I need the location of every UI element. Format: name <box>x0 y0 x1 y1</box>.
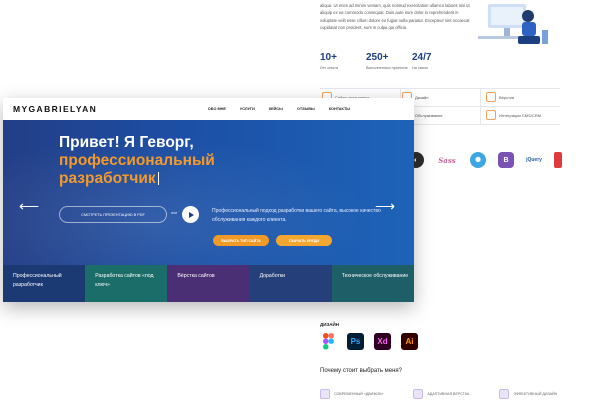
service-item[interactable]: Интеграции CMS/CRM <box>486 110 541 120</box>
why-label: ЭФФЕКТИВНЫЙ ДИЗАЙН <box>513 392 558 396</box>
divider <box>480 88 481 124</box>
play-icon <box>188 211 194 218</box>
tile-maintenance[interactable]: Техническое обслуживание <box>331 265 414 302</box>
headline-accent: профессиональный <box>59 152 215 169</box>
tile-developer[interactable]: Профессиональный разработчик <box>3 265 86 302</box>
menu-item-cases[interactable]: КЕЙСЫ <box>269 107 283 111</box>
sass-icon: Sass <box>438 155 456 165</box>
main-menu: ОБО МНЕ УСЛУГИ КЕЙСЫ ОТЗЫВЫ КОНТАКТЫ <box>208 107 350 111</box>
divider <box>320 88 560 89</box>
photoshop-icon: Ps <box>347 333 364 350</box>
typing-cursor <box>157 172 160 185</box>
bootstrap-icon: B <box>498 152 514 168</box>
stat-label: Выполненных проектов <box>366 66 408 70</box>
cup-icon <box>554 152 562 168</box>
design-section-title: ДИЗАЙН <box>320 322 339 327</box>
adobe-xd-icon: Xd <box>374 333 391 350</box>
headline-accent: разработчик <box>59 170 156 187</box>
stat-value: 24/7 <box>412 52 432 63</box>
tile-improvements[interactable]: Доработки <box>249 265 332 302</box>
stat-item: 24/7 На связи <box>412 52 458 71</box>
service-label: Вёрстка <box>499 94 515 100</box>
site-logo[interactable]: MYGABRIELYAN <box>13 104 97 114</box>
why-me-title: Почему стоит выбрать меня? <box>320 368 403 374</box>
stat-value: 10+ <box>320 52 337 63</box>
figma-icon <box>320 333 337 350</box>
stat-item: 250+ Выполненных проектов <box>366 52 412 71</box>
responsive-icon <box>413 389 424 399</box>
stat-label: Лет опыта <box>320 66 338 70</box>
illustrator-icon: Ai <box>401 333 418 350</box>
choose-site-type-button[interactable]: ВЫБРАТЬ ТИП САЙТА <box>213 235 269 246</box>
menu-item-contacts[interactable]: КОНТАКТЫ <box>329 107 350 111</box>
integration-icon <box>486 110 496 120</box>
stat-label: На связи <box>412 66 428 70</box>
service-item[interactable]: Вёрстка <box>486 92 514 102</box>
engine-icon <box>320 389 330 399</box>
tech-logos-row: ◐ Sass ✺ B jQuery <box>408 152 562 168</box>
hero-headline: Привет! Я Геворг, профессиональный разра… <box>59 134 259 188</box>
jquery-icon: jQuery <box>526 157 542 163</box>
menu-item-about[interactable]: ОБО МНЕ <box>208 107 226 111</box>
developer-illustration <box>478 4 548 44</box>
or-label: или <box>171 211 178 215</box>
service-label: Интеграции CMS/CRM <box>499 112 541 118</box>
menu-item-reviews[interactable]: ОТЗЫВЫ <box>297 107 315 111</box>
website-preview: MYGABRIELYAN ОБО МНЕ УСЛУГИ КЕЙСЫ ОТЗЫВЫ… <box>3 98 414 302</box>
design-apps-row: Ps Xd Ai <box>320 333 418 350</box>
why-label: АДАПТИВНАЯ ВЕРСТКА <box>427 392 470 396</box>
stat-value: 250+ <box>366 52 389 63</box>
screenshot-stage: aliqua. Ut enim ad minim veniam, quis no… <box>0 0 600 400</box>
service-label: Обслуживание <box>415 112 443 118</box>
why-item: АДАПТИВНАЯ ВЕРСТКА <box>413 389 469 399</box>
why-label: СОВРЕМЕННЫЙ «ДВИЖОК» <box>334 392 384 396</box>
service-label: Дизайн <box>415 94 429 100</box>
arrow-left-icon[interactable]: ⟵ <box>19 199 39 213</box>
why-me-row: СОВРЕМЕННЫЙ «ДВИЖОК» АДАПТИВНАЯ ВЕРСТКА … <box>320 389 557 399</box>
hero-description: Профессиональный подход разработки вашег… <box>212 208 381 223</box>
why-item: СОВРЕМЕННЫЙ «ДВИЖОК» <box>320 389 383 399</box>
hero-banner: Привет! Я Геворг, профессиональный разра… <box>3 120 414 265</box>
presentation-pdf-button[interactable]: СМОТРЕТЬ ПРЕЗЕНТАЦИЮ В PDF <box>59 206 167 223</box>
feature-tiles: Профессиональный разработчик Разработка … <box>3 265 414 302</box>
tile-layout[interactable]: Вёрстка сайтов <box>167 265 250 302</box>
why-item: ЭФФЕКТИВНЫЙ ДИЗАЙН <box>499 389 557 399</box>
layout-icon <box>486 92 496 102</box>
stat-item: 10+ Лет опыта <box>320 52 366 71</box>
stats-row: 10+ Лет опыта 250+ Выполненных проектов … <box>320 52 458 71</box>
design-quality-icon <box>499 389 510 399</box>
top-navbar: MYGABRIELYAN ОБО МНЕ УСЛУГИ КЕЙСЫ ОТЗЫВЫ… <box>3 98 414 120</box>
react-icon: ✺ <box>470 152 486 168</box>
headline-line: Привет! Я Геворг, <box>59 134 194 151</box>
intro-paragraph: aliqua. Ut enim ad minim veniam, quis no… <box>320 3 470 31</box>
tile-turnkey[interactable]: Разработка сайтов «под ключ» <box>85 265 168 302</box>
play-video-button[interactable] <box>182 206 199 223</box>
menu-item-services[interactable]: УСЛУГИ <box>240 107 255 111</box>
download-credit-button[interactable]: СКАЧАТЬ КРЕДИ <box>276 235 332 246</box>
